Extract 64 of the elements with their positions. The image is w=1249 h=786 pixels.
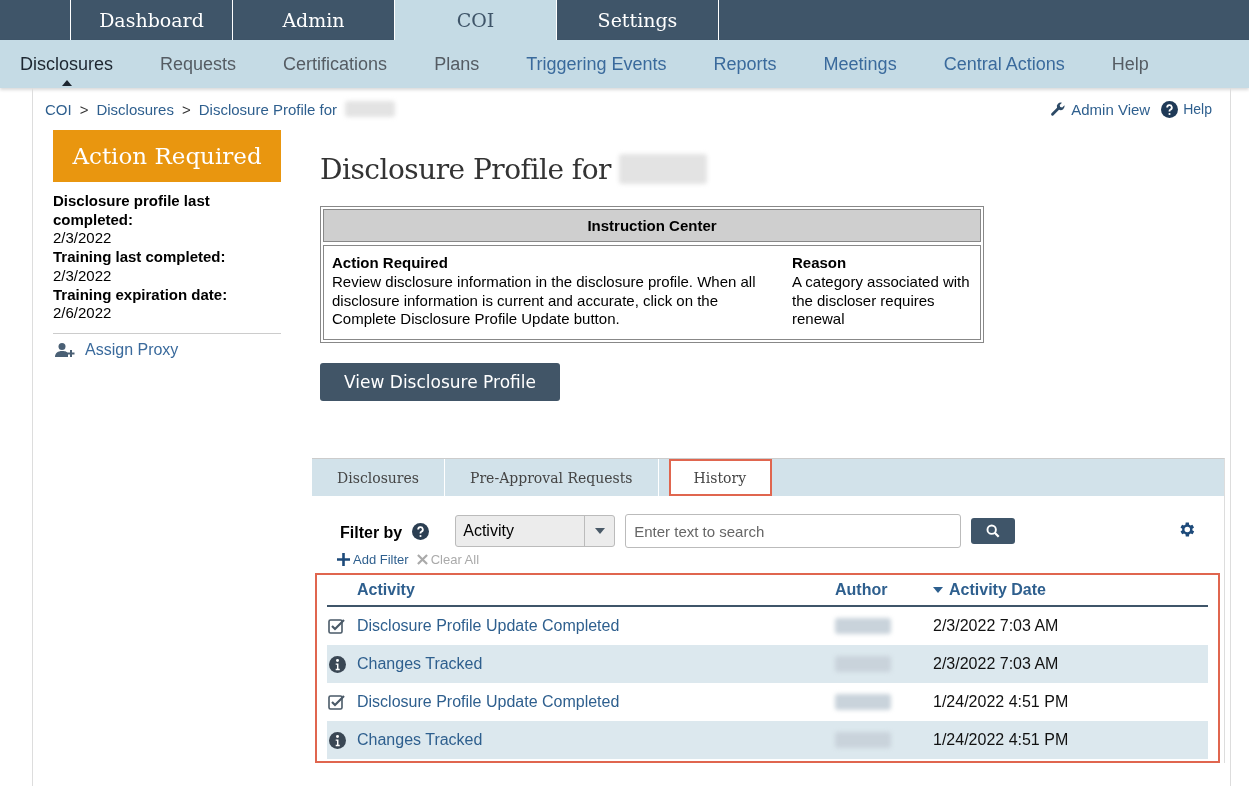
blurred-text: [835, 694, 891, 711]
nav-link[interactable]: Triggering Events: [526, 53, 667, 75]
table-cell-text: 1/24/2022 4:51 PM: [933, 731, 1070, 750]
blurred-text: [835, 618, 891, 635]
column-header[interactable]: Activity: [357, 581, 835, 600]
tab[interactable]: History: [668, 459, 773, 497]
table-cell-text: 2/3/2022 7:03 AM: [933, 655, 1060, 674]
filter-label: Filter by: [340, 524, 403, 543]
tab[interactable]: Pre-Approval Requests: [445, 459, 659, 497]
activity-link[interactable]: Changes Tracked: [357, 655, 835, 674]
activity-link[interactable]: Disclosure Profile Update Completed: [357, 617, 835, 636]
column-heading: Action Required: [332, 254, 449, 271]
filter-dropdown[interactable]: Activity: [455, 515, 616, 548]
plus-icon: [337, 553, 350, 567]
fact-label: Training expiration date:: [53, 285, 229, 305]
caret-icon: [61, 79, 72, 86]
assign-proxy-link[interactable]: Assign Proxy: [85, 340, 179, 359]
tab[interactable]: Disclosures: [312, 459, 445, 497]
nav-tab[interactable]: COI: [395, 0, 557, 40]
breadcrumb-link[interactable]: Disclosure Profile for: [198, 100, 338, 118]
nav-link[interactable]: Certifications: [283, 53, 388, 75]
nav-link[interactable]: Requests: [160, 53, 237, 75]
fact-value: 2/3/2022: [53, 266, 113, 286]
activity-link[interactable]: Changes Tracked: [357, 731, 835, 750]
search-button[interactable]: [971, 518, 1016, 545]
fact-label: Disclosure profile last completed:: [53, 192, 211, 230]
add-filter-link[interactable]: Add Filter: [337, 552, 409, 568]
nav-link[interactable]: Meetings: [823, 53, 897, 75]
admin-view-link[interactable]: Admin View: [1071, 100, 1151, 118]
fact-value: 2/3/2022: [53, 229, 113, 249]
dropdown-arrow-icon: [594, 528, 605, 535]
view-profile-button[interactable]: View Disclosure Profile: [320, 363, 560, 402]
breadcrumb-link[interactable]: COI: [45, 100, 72, 118]
fact-value: 2/6/2022: [53, 304, 113, 323]
column-header[interactable]: Author: [835, 581, 933, 600]
help-link[interactable]: Help: [1183, 101, 1212, 117]
status-banner: Action Required: [53, 130, 281, 182]
panel-header: Instruction Center: [323, 209, 981, 242]
add-user-icon: [55, 341, 75, 358]
nav-link[interactable]: Central Actions: [943, 53, 1065, 75]
column-heading: Reason: [792, 254, 848, 271]
instruction-text: A category associated with the discloser requires renewal: [792, 273, 970, 330]
instruction-text: Review disclosure information in the disclosure profile. When all disclosure information is current and accurate, click on the Complete Disclosure Profile Update button.: [332, 273, 757, 330]
activity-link[interactable]: Disclosure Profile Update Completed: [357, 693, 835, 712]
sort-icon: [933, 587, 943, 594]
nav-link[interactable]: Disclosures: [20, 53, 114, 75]
help-icon: [1161, 100, 1179, 118]
breadcrumb-separator: >: [79, 100, 89, 118]
column-header[interactable]: Activity Date: [933, 581, 1208, 600]
breadcrumb-link[interactable]: Disclosures: [96, 100, 174, 118]
search-field[interactable]: Enter text to search: [625, 514, 962, 549]
nav-link[interactable]: Help: [1111, 53, 1149, 75]
nav-link[interactable]: Reports: [713, 53, 777, 75]
blurred-text: [345, 101, 396, 117]
fact-label: Training last completed:: [53, 248, 227, 267]
breadcrumb-separator: >: [181, 100, 191, 118]
nav-link[interactable]: Plans: [434, 53, 480, 75]
close-icon: [416, 554, 428, 566]
search-icon: [986, 524, 1001, 539]
table-cell-text: 1/24/2022 4:51 PM: [933, 693, 1070, 712]
help-icon: [412, 522, 430, 540]
page-title: Disclosure Profile for: [320, 152, 611, 186]
table-cell-text: 2/3/2022 7:03 AM: [933, 617, 1060, 636]
wrench-icon: [1050, 101, 1067, 117]
